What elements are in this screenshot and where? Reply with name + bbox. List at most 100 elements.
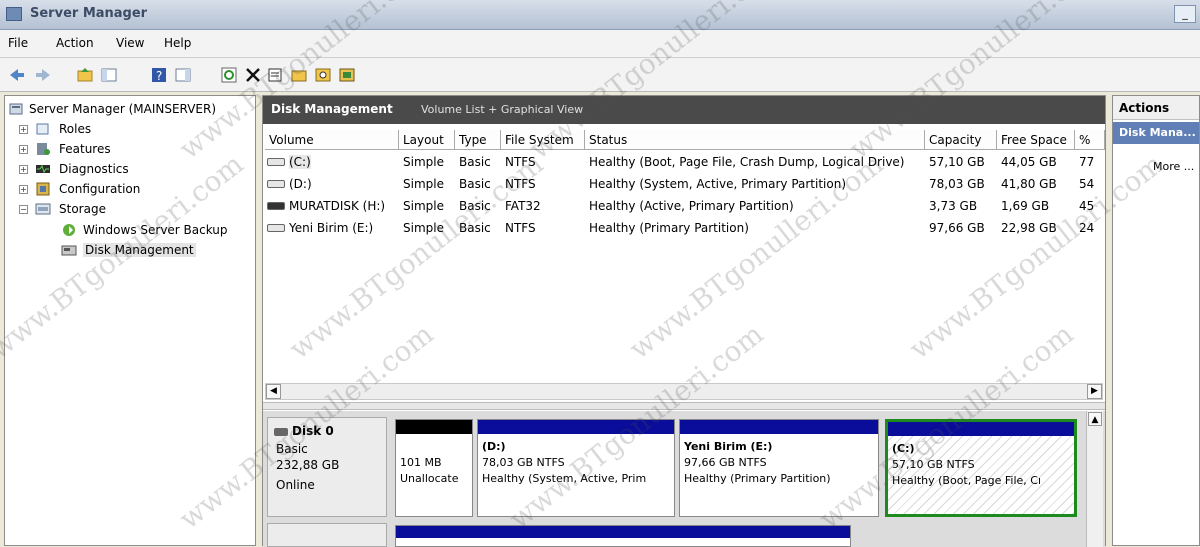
partition-detail: Healthy (System, Active, Prim <box>482 472 647 485</box>
disk-management-icon <box>61 242 77 258</box>
forward-icon[interactable] <box>34 66 52 84</box>
disk1-partition[interactable] <box>395 525 851 547</box>
expand-icon[interactable]: + <box>19 125 28 134</box>
cell-type: Basic <box>459 177 491 191</box>
col-file-system[interactable]: File System <box>501 130 585 150</box>
col-type[interactable]: Type <box>455 130 501 150</box>
cell-percent: 77 <box>1079 155 1095 169</box>
properties-icon[interactable] <box>266 66 284 84</box>
expand-icon[interactable]: + <box>19 145 28 154</box>
console-tree: Server Manager (MAINSERVER) + Roles + Fe… <box>4 95 256 546</box>
table-row[interactable]: MURATDISK (H:) Simple Basic FAT32 Health… <box>263 195 1105 217</box>
graphical-vertical-scrollbar[interactable]: ▲ <box>1086 411 1103 547</box>
tree-root-label: Server Manager (MAINSERVER) <box>29 102 217 116</box>
col-volume[interactable]: Volume <box>265 130 399 150</box>
expand-icon[interactable]: + <box>19 185 28 194</box>
backup-icon <box>61 222 77 238</box>
table-row[interactable]: Yeni Birim (E:) Simple Basic NTFS Health… <box>263 217 1105 239</box>
tree-label: Windows Server Backup <box>83 223 228 237</box>
partition-d[interactable]: (D:) 78,03 GB NTFS Healthy (System, Acti… <box>477 419 675 517</box>
col-percent-free[interactable]: % <box>1075 130 1105 150</box>
menu-help[interactable]: Help <box>164 36 191 50</box>
partition-unallocated[interactable]: 101 MB Unallocate <box>395 419 473 517</box>
col-free-space[interactable]: Free Space <box>997 130 1075 150</box>
col-capacity[interactable]: Capacity <box>925 130 997 150</box>
table-row[interactable]: (C:) Simple Basic NTFS Healthy (Boot, Pa… <box>263 151 1105 173</box>
pane-splitter[interactable] <box>263 402 1105 410</box>
table-row[interactable]: (D:) Simple Basic NTFS Healthy (System, … <box>263 173 1105 195</box>
tree-label: Features <box>59 142 111 156</box>
cell-status: Healthy (Boot, Page File, Crash Dump, Lo… <box>589 155 905 169</box>
delete-icon[interactable] <box>244 66 262 84</box>
disk-icon[interactable] <box>338 66 356 84</box>
scroll-left-icon[interactable]: ◀ <box>266 384 281 399</box>
partition-e[interactable]: Yeni Birim (E:) 97,66 GB NTFS Healthy (P… <box>679 419 879 517</box>
col-status[interactable]: Status <box>585 130 925 150</box>
disk-name: Disk 0 <box>292 424 334 438</box>
actions-more-link[interactable]: More ... <box>1153 160 1194 173</box>
menu-view[interactable]: View <box>116 36 144 50</box>
cell-percent: 24 <box>1079 221 1095 235</box>
tree-label: Roles <box>59 122 92 136</box>
menu-file[interactable]: File <box>8 36 28 50</box>
drive-icon <box>267 180 285 188</box>
search-icon[interactable] <box>314 66 332 84</box>
actions-pane: Actions Disk Mana... More ... <box>1112 95 1200 546</box>
actions-disk-management[interactable]: Disk Mana... <box>1113 122 1199 144</box>
cell-type: Basic <box>459 221 491 235</box>
partition-detail: Healthy (Boot, Page File, Cı <box>892 474 1041 487</box>
disk-size: 232,88 GB <box>276 458 340 472</box>
cell-free-space: 22,98 GB <box>1001 221 1057 235</box>
partition-bar <box>680 420 878 434</box>
menu-action[interactable]: Action <box>56 36 94 50</box>
cell-file-system: FAT32 <box>505 199 541 213</box>
back-icon[interactable] <box>8 66 26 84</box>
up-folder-icon[interactable] <box>76 66 94 84</box>
scroll-up-icon[interactable]: ▲ <box>1088 412 1102 426</box>
disk-type: Basic <box>276 442 308 456</box>
cell-layout: Simple <box>403 221 444 235</box>
disk-management-pane: Disk Management Volume List + Graphical … <box>262 95 1106 547</box>
usb-drive-icon <box>267 202 285 210</box>
graphical-view: Disk 0 Basic 232,88 GB Online 101 MB Una… <box>263 411 1105 547</box>
server-manager-icon <box>6 7 22 21</box>
cell-file-system: NTFS <box>505 155 536 169</box>
horizontal-scrollbar[interactable]: ◀ ▶ <box>265 383 1103 400</box>
toolbar: ? <box>0 58 1200 92</box>
disk1-label[interactable] <box>267 523 387 547</box>
cell-status: Healthy (System, Active, Primary Partiti… <box>589 177 847 191</box>
disk0-label[interactable]: Disk 0 Basic 232,88 GB Online <box>267 417 387 517</box>
cell-volume: Yeni Birim (E:) <box>289 221 374 235</box>
col-layout[interactable]: Layout <box>399 130 455 150</box>
cell-free-space: 1,69 GB <box>1001 199 1050 213</box>
diagnostics-icon <box>35 161 51 177</box>
minimize-button[interactable]: _ <box>1174 5 1196 23</box>
partition-bar <box>478 420 674 434</box>
properties-pane-icon[interactable] <box>174 66 192 84</box>
refresh-icon[interactable] <box>220 66 238 84</box>
show-hide-tree-icon[interactable] <box>100 66 118 84</box>
partition-c-selected[interactable]: (C:) 57,10 GB NTFS Healthy (Boot, Page F… <box>885 419 1077 517</box>
cell-layout: Simple <box>403 177 444 191</box>
cell-percent: 54 <box>1079 177 1095 191</box>
configuration-icon <box>35 181 51 197</box>
storage-icon <box>35 201 51 217</box>
open-folder-icon[interactable] <box>290 66 308 84</box>
help-icon[interactable]: ? <box>150 66 168 84</box>
cell-status: Healthy (Primary Partition) <box>589 221 749 235</box>
cell-capacity: 3,73 GB <box>929 199 978 213</box>
collapse-icon[interactable]: − <box>19 205 28 214</box>
pane-subtitle: Volume List + Graphical View <box>421 103 584 116</box>
partition-bar <box>396 526 850 538</box>
pane-title: Disk Management <box>271 102 393 116</box>
cell-layout: Simple <box>403 199 444 213</box>
cell-free-space: 44,05 GB <box>1001 155 1057 169</box>
cell-percent: 45 <box>1079 199 1095 213</box>
scroll-right-icon[interactable]: ▶ <box>1087 384 1102 399</box>
svg-text:?: ? <box>156 69 162 83</box>
cell-capacity: 57,10 GB <box>929 155 985 169</box>
cell-volume: MURATDISK (H:) <box>289 199 386 213</box>
expand-icon[interactable]: + <box>19 165 28 174</box>
features-icon <box>35 141 51 157</box>
cell-type: Basic <box>459 155 491 169</box>
